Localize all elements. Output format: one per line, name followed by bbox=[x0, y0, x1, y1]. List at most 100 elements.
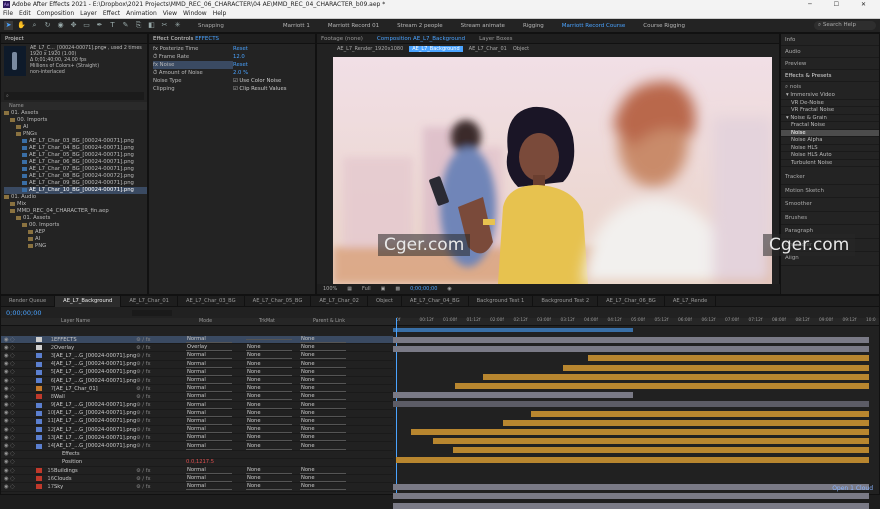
panel-audio[interactable]: Audio bbox=[781, 46, 879, 58]
region-icon[interactable]: ▣ bbox=[381, 286, 386, 292]
label-color-chip[interactable] bbox=[36, 484, 42, 490]
property-value[interactable]: ☑ Use Color Noise bbox=[233, 77, 281, 85]
layer-duration-bar[interactable] bbox=[393, 346, 869, 353]
grid-icon[interactable]: ▦ bbox=[347, 286, 352, 292]
tab-project[interactable]: Project bbox=[5, 36, 24, 42]
layer-name[interactable]: Clouds bbox=[54, 476, 136, 482]
layer-switches[interactable]: ⚙ ∕ fx bbox=[136, 369, 186, 375]
camera-icon[interactable]: ◉ bbox=[447, 286, 451, 292]
label-color-chip[interactable] bbox=[36, 460, 42, 465]
zoom-dropdown[interactable]: 100% bbox=[323, 286, 337, 292]
track-matte-dropdown[interactable]: None bbox=[246, 369, 292, 376]
effect-item[interactable]: Turbulent Noise bbox=[781, 160, 879, 167]
search-help-field[interactable]: ⌕ Search Help bbox=[814, 21, 876, 30]
visibility-toggle-icon[interactable]: ◉ ◌ bbox=[1, 476, 33, 482]
menu-edit[interactable]: Edit bbox=[19, 10, 31, 17]
timeline-tab[interactable]: Background Test 1 bbox=[469, 295, 534, 307]
timeline-tab[interactable]: Render Queue bbox=[1, 295, 56, 307]
file-item[interactable]: AE_L7_Char_06_BG_[00024-00071].png bbox=[4, 159, 147, 166]
folder-item[interactable]: 01. Audio bbox=[4, 194, 147, 201]
layer-duration-bar[interactable] bbox=[483, 373, 869, 380]
visibility-toggle-icon[interactable]: ◉ ◌ bbox=[1, 451, 33, 457]
layer-name[interactable]: [AE_L7_...G_[00024-00071].png] bbox=[54, 435, 136, 441]
breadcrumb-item[interactable]: AE_L7_Render_1920x1080 bbox=[337, 46, 403, 52]
property-value[interactable]: 2.0 % bbox=[233, 69, 248, 77]
visibility-toggle-icon[interactable]: ◉ ◌ bbox=[1, 427, 33, 433]
property-value[interactable]: Reset bbox=[233, 45, 248, 53]
layer-name[interactable]: [AE_L7_Char_01] bbox=[54, 386, 136, 392]
tab-layer[interactable]: Layer Boxes bbox=[479, 36, 512, 42]
layer-row[interactable]: ◉ ◌ 4 [AE_L7_...G_[00024-00071].png] ⚙ ∕ fx… bbox=[1, 361, 393, 369]
layer-name[interactable]: [AE_L7_...G_[00024-00071].png] bbox=[54, 443, 136, 449]
parent-dropdown[interactable]: None bbox=[300, 475, 346, 483]
current-time[interactable]: 0;00;00;00 bbox=[410, 286, 437, 292]
effects-search-input[interactable]: ⌕ nois bbox=[781, 82, 879, 92]
parent-dropdown[interactable]: None bbox=[300, 361, 346, 368]
effect-item[interactable]: VR De-Noise bbox=[781, 100, 879, 107]
tab-composition[interactable]: Composition AE_L7_Background bbox=[377, 36, 465, 42]
layer-switches[interactable]: ⚙ ∕ fx bbox=[136, 345, 186, 351]
pan-behind-tool-icon[interactable]: ✥ bbox=[69, 21, 78, 30]
layer-row[interactable]: ◉ ◌ 6 [AE_L7_...G_[00024-00071].png] ⚙ ∕ fx… bbox=[1, 377, 393, 386]
selection-tool-icon[interactable]: ➤ bbox=[4, 21, 13, 30]
workspace-tab[interactable]: Rigging bbox=[514, 23, 553, 29]
rectangle-tool-icon[interactable]: ▭ bbox=[82, 21, 91, 30]
file-item[interactable]: AE_L7_Char_05_BG_[00024-00071].png bbox=[4, 152, 147, 159]
resolution-dropdown[interactable]: Full bbox=[362, 286, 371, 292]
blend-mode-dropdown[interactable]: Overlay bbox=[186, 344, 232, 352]
layer-row[interactable]: ◉ ◌ 8 Wall ⚙ ∕ fx Normal None None bbox=[1, 393, 393, 402]
folder-item[interactable]: PNG bbox=[4, 243, 147, 250]
label-color-chip[interactable] bbox=[36, 468, 42, 474]
layer-row[interactable]: ◉ ◌ 11 [AE_L7_...G_[00024-00071].png] ⚙ ∕ f… bbox=[1, 418, 393, 427]
file-item[interactable]: AE_L7_Char_07_BG_[00024-00071].png bbox=[4, 166, 147, 173]
layer-duration-bar[interactable] bbox=[393, 401, 869, 408]
work-area-bar[interactable] bbox=[393, 328, 633, 332]
visibility-toggle-icon[interactable]: ◉ ◌ bbox=[1, 484, 33, 490]
track-matte-dropdown[interactable]: None bbox=[246, 402, 292, 409]
eraser-tool-icon[interactable]: ◧ bbox=[147, 21, 156, 30]
zoom-tool-icon[interactable]: ⌕ bbox=[30, 21, 39, 30]
label-color-chip[interactable] bbox=[36, 418, 42, 424]
track-matte-dropdown[interactable]: None bbox=[246, 483, 292, 491]
visibility-toggle-icon[interactable]: ◉ ◌ bbox=[1, 353, 33, 359]
workspace-tab-active[interactable]: Marriott Record Course bbox=[553, 23, 634, 29]
layer-name[interactable]: Effects bbox=[54, 451, 136, 457]
track-matte-dropdown[interactable]: None bbox=[246, 377, 292, 385]
layer-name[interactable]: [AE_L7_...G_[00024-00071].png] bbox=[54, 402, 136, 408]
label-color-chip[interactable] bbox=[36, 443, 42, 449]
layer-duration-bar[interactable] bbox=[393, 392, 633, 399]
track-matte-dropdown[interactable]: None bbox=[246, 410, 292, 417]
visibility-toggle-icon[interactable]: ◉ ◌ bbox=[1, 435, 33, 441]
track-matte-dropdown[interactable]: None bbox=[246, 344, 292, 352]
effect-property-row[interactable]: ⏱ Amount of Noise 2.0 % bbox=[153, 69, 311, 77]
camera-tool-icon[interactable]: ◉ bbox=[56, 21, 65, 30]
parent-dropdown[interactable]: None bbox=[300, 393, 346, 401]
layer-duration-bar[interactable] bbox=[393, 502, 869, 509]
layer-switches[interactable]: ⚙ ∕ fx bbox=[136, 402, 186, 408]
layer-duration-bar[interactable] bbox=[393, 484, 869, 491]
layer-duration-bar[interactable] bbox=[393, 337, 869, 343]
effect-item[interactable]: Noise HLS bbox=[781, 145, 879, 152]
tab-effect-controls[interactable]: Effect Controls EFFECTS bbox=[153, 36, 219, 42]
track-matte-dropdown[interactable]: None bbox=[246, 434, 292, 442]
roto-tool-icon[interactable]: ✂ bbox=[160, 21, 169, 30]
parent-dropdown[interactable]: None bbox=[300, 483, 346, 491]
visibility-toggle-icon[interactable]: ◉ ◌ bbox=[1, 386, 33, 392]
label-color-chip[interactable] bbox=[36, 353, 42, 359]
folder-item[interactable]: 01. Assets bbox=[4, 215, 147, 222]
layer-row[interactable]: ◉ ◌ 10 [AE_L7_...G_[00024-00071].png] ⚙ ∕ f… bbox=[1, 410, 393, 418]
parent-dropdown[interactable]: None bbox=[300, 402, 346, 409]
label-color-chip[interactable] bbox=[36, 345, 42, 351]
visibility-toggle-icon[interactable]: ◉ ◌ bbox=[1, 337, 33, 343]
blend-mode-dropdown[interactable]: Normal bbox=[186, 402, 232, 409]
folder-item[interactable]: AI bbox=[4, 236, 147, 243]
effect-property-row[interactable]: Noise Type ☑ Use Color Noise bbox=[153, 77, 311, 85]
file-item[interactable]: AE_L7_Char_04_BG_[00024-00071].png bbox=[4, 145, 147, 152]
snapping-toggle[interactable]: Snapping bbox=[198, 23, 224, 29]
layer-name[interactable]: [AE_L7_...G_[00024-00071].png] bbox=[54, 427, 136, 433]
blend-mode-dropdown[interactable]: Normal bbox=[186, 410, 232, 417]
layer-switches[interactable]: ⚙ ∕ fx bbox=[136, 435, 186, 441]
layer-switches[interactable]: ⚙ ∕ fx bbox=[136, 361, 186, 367]
blend-mode-dropdown[interactable]: Normal bbox=[186, 393, 232, 401]
label-color-chip[interactable] bbox=[36, 369, 42, 375]
